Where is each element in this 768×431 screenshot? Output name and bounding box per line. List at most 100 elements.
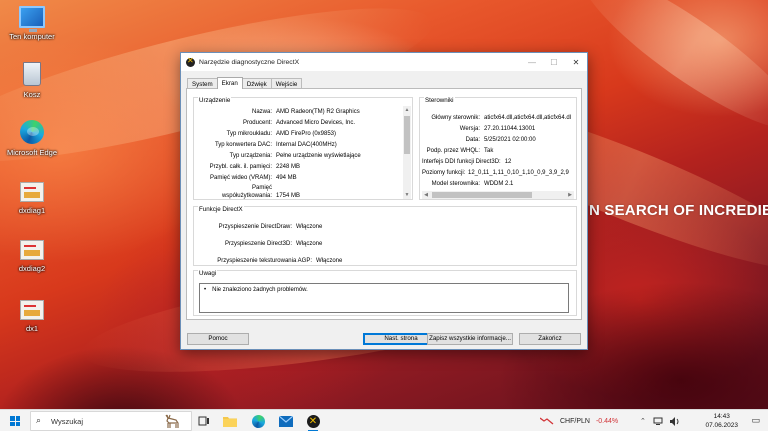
driver-row-value: 12 (504, 159, 512, 165)
feature-row-value: Włączone (316, 258, 343, 264)
device-row-value: Pełne urządzenie wyświetlające (276, 153, 361, 159)
search-icon: ⌕ (36, 415, 42, 425)
notes-textbox[interactable]: • Nie znaleziono żadnych problemów. (199, 283, 569, 313)
device-row-value: 1754 MB (276, 193, 301, 199)
clock[interactable]: 14:43 07.06.2023 (705, 412, 738, 430)
folder-icon (223, 417, 237, 427)
desktop-icon-dx1[interactable]: dx1 (0, 300, 64, 333)
feature-row-value: Włączone (296, 241, 323, 247)
minimize-button[interactable]: — (521, 53, 543, 71)
desktop-icon-this-pc[interactable]: Ten komputer (0, 6, 64, 41)
device-row-key: Producent: (242, 120, 272, 126)
drivers-hscrollbar[interactable]: ◀ ▶ (422, 191, 574, 199)
device-row-value: 494 MB (276, 175, 297, 181)
notes-line-text: Nie znaleziono żadnych problemów. (212, 287, 308, 293)
task-view-button[interactable] (196, 413, 212, 429)
scroll-left-arrow-icon[interactable]: ◀ (422, 191, 430, 199)
driver-row-value: 12_0,11_1,11_0,10_1,10_0,9_3,9_2,9 (468, 170, 569, 176)
driver-row: Interfejs DDI funkcji Direct3D: 12 (422, 158, 511, 166)
notes-group: Uwagi • Nie znaleziono żadnych problemów… (193, 270, 577, 316)
taskbar-search-box[interactable]: ⌕ Wyszukaj (30, 411, 192, 431)
device-row: Producent: Advanced Micro Devices, Inc. (196, 119, 355, 127)
scrollbar-thumb[interactable] (404, 116, 410, 154)
directx-icon (186, 56, 195, 67)
scrollbar-thumb[interactable] (432, 192, 532, 198)
currency-pair: CHF/PLN (560, 417, 590, 425)
display-tab-panel: Urządzenie Nazwa: AMD Radeon(TM) R2 Graph… (186, 88, 582, 320)
network-icon[interactable] (653, 417, 663, 426)
file-icon (20, 300, 44, 320)
desktop-icon-recycle-bin[interactable]: Kosz (0, 62, 64, 99)
desktop-icon-label: dxdiag2 (18, 264, 46, 273)
speaker-icon[interactable] (669, 416, 680, 426)
system-tray: ⌃ (640, 410, 680, 431)
driver-row-value: 27.20.11044.13001 (484, 126, 536, 132)
desktop-icon-label: dx1 (25, 324, 39, 333)
device-row-key: Typ urządzenia: (229, 153, 272, 159)
edge-icon (20, 120, 44, 144)
driver-row: Główny sterownik: aticfx64.dll,aticfx64.d… (422, 114, 571, 122)
device-row-value: Advanced Micro Devices, Inc. (276, 120, 356, 126)
edge-taskbar-button[interactable] (250, 413, 266, 429)
tab-display[interactable]: Ekran (216, 77, 243, 89)
device-row: Typ mikroukładu: AMD FirePro (0x9853) (196, 130, 336, 138)
task-view-icon (198, 416, 209, 426)
device-row-key: Pamięć wideo (VRAM): (209, 175, 272, 181)
notification-icon[interactable]: ▭ (751, 415, 760, 426)
device-row-value: Internal DAC(400MHz) (276, 142, 337, 148)
device-row-value: 2248 MB (276, 164, 301, 170)
help-button[interactable]: Pomoc (187, 333, 249, 345)
title-bar[interactable]: Narzędzie diagnostyczne DirectX — ☐ ✕ (181, 53, 587, 71)
features-group-title: Funkcje DirectX (198, 206, 244, 213)
file-explorer-button[interactable] (222, 413, 238, 429)
show-hidden-icons-chevron-icon[interactable]: ⌃ (640, 417, 646, 425)
desktop-icon-label: Kosz (23, 90, 41, 99)
device-row: Przybl. całk. il. pamięci: 2248 MB (196, 163, 300, 171)
scroll-right-arrow-icon[interactable]: ▶ (566, 191, 574, 199)
start-button[interactable] (10, 416, 20, 426)
file-icon (20, 240, 44, 260)
driver-row: Data: 5/25/2021 02:00:00 (422, 136, 536, 144)
desktop-icon-dxdiag1[interactable]: dxdiag1 (0, 182, 64, 215)
currency-widget[interactable]: CHF/PLN -0.44% (540, 410, 618, 431)
chart-down-icon (540, 417, 554, 425)
driver-row: Model sterownika: WDDM 2.1 (422, 180, 514, 188)
maximize-button[interactable]: ☐ (543, 53, 565, 71)
notes-line: • Nie znaleziono żadnych problemów. (204, 287, 308, 293)
dxdiag-taskbar-button[interactable]: ✕ (305, 413, 321, 431)
device-row-key: Typ konwertera DAC: (214, 142, 272, 148)
clock-time: 14:43 (713, 413, 730, 420)
driver-row-value: Tak (484, 148, 494, 154)
device-row: Pamięć (196, 184, 276, 192)
dxdiag-window: Narzędzie diagnostyczne DirectX — ☐ ✕ Sy… (180, 52, 588, 350)
driver-row-key: Poziomy funkcji: (422, 170, 466, 176)
device-row: współużytkowania: 1754 MB (196, 192, 300, 200)
search-placeholder: Wyszukaj (51, 417, 84, 426)
feature-row-key: Przyspieszenie teksturowania AGP: (217, 258, 312, 264)
desktop-icon-edge[interactable]: Microsoft Edge (0, 120, 64, 157)
close-button[interactable]: ✕ (565, 53, 587, 71)
notes-bullet: • (204, 287, 207, 293)
exit-button[interactable]: Zakończ (519, 333, 581, 345)
device-row-key: współużytkowania: (221, 193, 272, 199)
feature-row: Przyspieszenie DirectDraw: Włączone (196, 223, 323, 231)
driver-row: Poziomy funkcji: 12_0,11_1,11_0,10_1,10_0… (422, 169, 569, 177)
recycle-bin-icon (23, 62, 41, 86)
edge-icon (251, 414, 265, 428)
taskbar: ⌕ Wyszukaj ✕ CHF/PLN -0.44% ⌃ 14:43 07.0… (0, 409, 768, 431)
scroll-up-arrow-icon[interactable]: ▲ (403, 106, 411, 114)
clock-date: 07.06.2023 (705, 422, 738, 429)
device-row: Typ urządzenia: Pełne urządzenie wyświetl… (196, 152, 361, 160)
desktop-icon-label: Microsoft Edge (6, 148, 58, 157)
device-row-key: Pamięć (251, 185, 272, 191)
driver-row-value: aticfx64.dll,aticfx64.dll,aticfx64.dl (484, 115, 572, 121)
computer-icon (19, 6, 45, 32)
device-row: Typ konwertera DAC: Internal DAC(400MHz) (196, 141, 337, 149)
desktop-icon-dxdiag2[interactable]: dxdiag2 (0, 240, 64, 273)
currency-change: -0.44% (595, 417, 619, 425)
driver-row-key: Główny sterownik: (431, 115, 480, 121)
scroll-down-arrow-icon[interactable]: ▼ (403, 191, 411, 199)
save-all-info-button[interactable]: Zapisz wszystkie informacje... (427, 333, 513, 345)
mail-button[interactable] (278, 413, 294, 429)
device-scrollbar[interactable]: ▲ ▼ (403, 106, 411, 199)
